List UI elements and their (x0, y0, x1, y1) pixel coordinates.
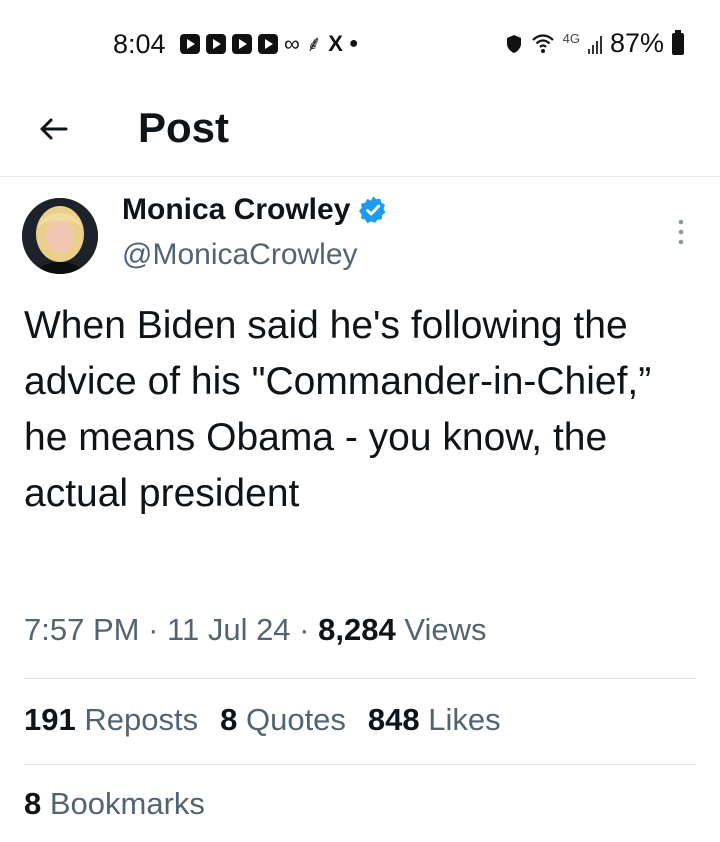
post-header: Post (0, 86, 720, 177)
battery-icon (672, 29, 684, 55)
youtube-icon (232, 34, 252, 54)
wifi-icon (531, 33, 554, 53)
more-options-icon[interactable] (676, 218, 686, 246)
divider (24, 764, 696, 765)
quotes-count: 8 (220, 702, 238, 737)
views-label: Views (404, 612, 487, 647)
views-count: 8,284 (318, 612, 396, 647)
notification-icons: ∞ ⸙ X ● (180, 31, 359, 56)
page-title: Post (138, 104, 230, 151)
battery-percent: 87% (609, 28, 664, 58)
post-text: When Biden said he's following the advic… (24, 304, 652, 515)
avatar[interactable] (22, 198, 98, 274)
reposts-count: 191 (24, 702, 76, 737)
x-icon: X (328, 31, 343, 56)
author-handle[interactable]: @MonicaCrowley (122, 238, 358, 272)
meta-separator: · (148, 612, 159, 647)
status-bar: 8:04 ∞ ⸙ X ● 4G 87% (0, 0, 720, 84)
post-date[interactable]: 11 Jul 24 (167, 612, 291, 647)
back-arrow-icon[interactable] (36, 112, 70, 146)
status-time: 8:04 (113, 29, 166, 59)
vpn-icon (506, 34, 521, 53)
bookmarks-label: Bookmarks (49, 786, 205, 821)
likes-stat[interactable]: 848 Likes (368, 702, 501, 738)
quotes-stat[interactable]: 8 Quotes (220, 702, 346, 738)
likes-count: 848 (367, 702, 420, 737)
verified-badge-icon (359, 196, 386, 224)
voicemail-icon: ∞ (284, 31, 300, 56)
meta-separator: · (299, 612, 310, 647)
youtube-icon (206, 34, 226, 54)
bookmarks-stat[interactable]: 8 Bookmarks (24, 786, 205, 822)
dot-icon: ● (348, 35, 359, 52)
avatar-image (22, 198, 98, 274)
author-name[interactable]: Monica Crowley (122, 193, 350, 227)
network-type: 4G (562, 31, 580, 46)
likes-label: Likes (428, 702, 501, 737)
youtube-icon (180, 34, 200, 54)
signal-icon (587, 34, 602, 54)
post-time[interactable]: 7:57 PM (24, 612, 139, 647)
bookmarks-count: 8 (24, 786, 42, 821)
reposts-stat[interactable]: 191 Reposts (24, 702, 198, 738)
divider (24, 678, 696, 679)
youtube-icon (258, 34, 278, 54)
author-name-row[interactable]: Monica Crowley (122, 193, 388, 227)
pdf-icon: ⸙ (305, 31, 323, 56)
reposts-label: Reposts (84, 702, 199, 737)
post-meta: 7:57 PM · 11 Jul 24 · 8,284 Views (24, 612, 486, 648)
quotes-label: Quotes (245, 702, 346, 737)
engagement-stats: 191 Reposts 8 Quotes 848 Likes (24, 702, 501, 738)
status-right: 4G 87% (505, 28, 684, 59)
